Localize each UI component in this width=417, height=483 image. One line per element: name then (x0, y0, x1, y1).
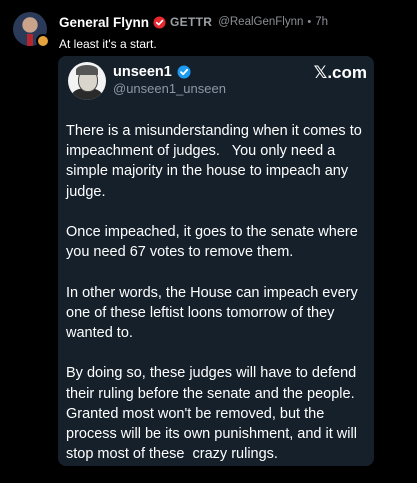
gettr-post: General Flynn GETTR @RealGenFlynn • 7h A… (0, 0, 417, 483)
avatar-hair (76, 65, 98, 75)
embedded-tweet-card[interactable]: unseen1 @unseen1_unseen 𝕏.com There is a… (58, 56, 374, 466)
award-badge-icon (36, 34, 50, 48)
post-timestamp[interactable]: 7h (315, 16, 328, 28)
embedded-tweet-body: There is a misunderstanding when it come… (66, 121, 372, 466)
platform-name: GETTR (170, 15, 213, 29)
tweet-paragraph: Once impeached, it goes to the senate wh… (66, 224, 358, 261)
author-display-name[interactable]: General Flynn (59, 15, 149, 30)
embedded-author-name[interactable]: unseen1 (113, 64, 172, 80)
tweet-paragraph: There is a misunderstanding when it come… (66, 123, 362, 200)
avatar-tie (27, 34, 33, 46)
verified-check-icon (177, 65, 191, 79)
embedded-author-handle[interactable]: @unseen1_unseen (113, 81, 226, 96)
gettr-verified-icon (153, 15, 166, 29)
post-header: General Flynn GETTR @RealGenFlynn • 7h (59, 14, 328, 30)
author-handle[interactable]: @RealGenFlynn (218, 16, 303, 28)
embedded-author-row: unseen1 (113, 64, 191, 80)
tweet-paragraph: In other words, the House can impeach ev… (66, 284, 358, 341)
post-text: At least it's a start. (59, 37, 157, 51)
tweet-paragraph: By doing so, these judges will have to d… (66, 365, 357, 463)
embedded-author-avatar[interactable] (68, 62, 106, 100)
x-com-logo: 𝕏.com (313, 63, 367, 82)
separator-dot: • (307, 16, 312, 28)
